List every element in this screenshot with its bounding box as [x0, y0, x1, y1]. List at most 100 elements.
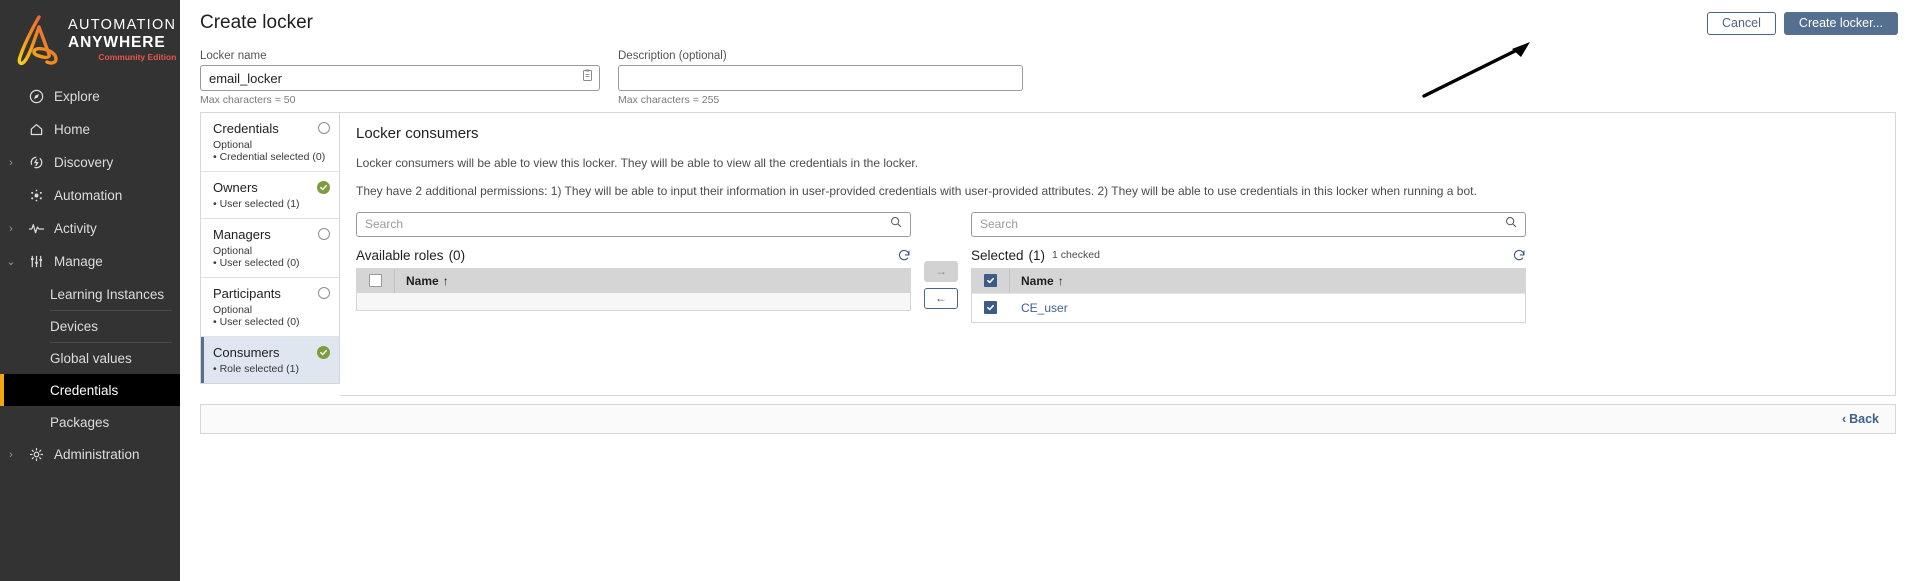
- sidebar: AUTOMATION ANYWHERE Community Edition Ex…: [0, 0, 180, 581]
- brand-edition: Community Edition: [98, 52, 177, 63]
- step-status-empty: [318, 287, 330, 299]
- sort-asc-icon: ↑: [442, 273, 449, 288]
- sidebar-label-home: Home: [54, 122, 91, 137]
- sidebar-item-devices[interactable]: Devices: [0, 310, 180, 342]
- step-status-check: [317, 181, 330, 194]
- step-managers[interactable]: Managers Optional • User selected (0): [201, 219, 339, 278]
- selected-count: (1): [1028, 247, 1046, 263]
- available-search-placeholder: Search: [365, 217, 404, 232]
- table-empty-row: [357, 292, 910, 310]
- chevron-right-icon[interactable]: ›: [0, 157, 22, 169]
- back-button[interactable]: ‹ Back: [1842, 412, 1879, 426]
- step-owners[interactable]: Owners • User selected (1): [201, 172, 339, 219]
- step-status-check: [317, 346, 330, 359]
- locker-name-input[interactable]: email_locker: [200, 65, 600, 91]
- column-header-name-label: Name: [1021, 273, 1054, 288]
- clipboard-icon[interactable]: [582, 69, 593, 87]
- sidebar-item-explore[interactable]: Explore: [0, 80, 180, 113]
- sidebar-nav: Explore Home › Discovery Automation › Ac…: [0, 80, 180, 471]
- main-content: Create locker Cancel Create locker... Lo…: [180, 0, 1916, 581]
- home-icon: [22, 122, 50, 137]
- sidebar-label-activity: Activity: [54, 221, 97, 236]
- panel-heading: Locker consumers: [356, 125, 479, 142]
- step-participants[interactable]: Participants Optional • User selected (0…: [201, 278, 339, 337]
- discovery-icon: [22, 155, 50, 170]
- sidebar-label-explore: Explore: [54, 89, 100, 104]
- sliders-icon: [22, 254, 50, 269]
- available-roles-column: Search Available roles (0) Name ↑: [356, 211, 911, 311]
- step-consumers[interactable]: Consumers • Role selected (1): [201, 337, 339, 383]
- sidebar-item-packages[interactable]: Packages: [0, 406, 180, 438]
- selected-search-placeholder: Search: [980, 217, 1019, 232]
- chevron-down-icon[interactable]: ⌄: [0, 255, 22, 268]
- step-selection: • User selected (0): [213, 316, 300, 328]
- sidebar-item-learning-instances[interactable]: Learning Instances: [0, 278, 180, 310]
- description-field: Description (optional) Max characters = …: [618, 50, 1023, 106]
- sidebar-label-administration: Administration: [54, 447, 140, 462]
- sidebar-item-discovery[interactable]: › Discovery: [0, 146, 180, 179]
- back-label: Back: [1849, 412, 1879, 426]
- sort-asc-icon: ↑: [1057, 273, 1064, 288]
- locker-name-value: email_locker: [209, 70, 282, 86]
- search-icon[interactable]: [890, 215, 902, 233]
- automation-anywhere-logo-icon: [17, 15, 58, 66]
- wizard-steps: Credentials Optional • Credential select…: [200, 112, 340, 384]
- locker-name-label: Locker name: [200, 50, 267, 62]
- selected-column: Search Selected (1) 1 checked Name ↑ CE_…: [971, 211, 1526, 323]
- step-optional: Optional: [213, 304, 253, 316]
- sidebar-item-home[interactable]: Home: [0, 113, 180, 146]
- available-roles-title: Available roles: [356, 247, 444, 263]
- sidebar-label-credentials: Credentials: [50, 382, 119, 398]
- column-header-name[interactable]: Name ↑: [395, 274, 449, 288]
- selected-header: Selected (1) 1 checked: [971, 237, 1526, 268]
- sidebar-item-administration[interactable]: › Administration: [0, 438, 180, 471]
- description-input[interactable]: [618, 65, 1023, 91]
- select-all-checkbox[interactable]: [984, 274, 997, 288]
- sidebar-item-manage[interactable]: ⌄ Manage: [0, 245, 180, 278]
- refresh-icon[interactable]: [1513, 249, 1526, 262]
- column-header-name-label: Name: [406, 273, 439, 288]
- step-title: Credentials: [213, 121, 279, 136]
- page-header: Create locker Cancel Create locker...: [180, 0, 1916, 46]
- select-all-checkbox[interactable]: [369, 274, 382, 288]
- step-credentials[interactable]: Credentials Optional • Credential select…: [201, 113, 339, 172]
- row-checkbox[interactable]: [984, 301, 997, 315]
- table-row[interactable]: CE_user: [972, 292, 1525, 322]
- step-optional: Optional: [213, 139, 253, 151]
- description-label: Description (optional): [618, 50, 727, 62]
- sidebar-label-automation: Automation: [54, 188, 123, 203]
- create-locker-button[interactable]: Create locker...: [1783, 11, 1898, 35]
- move-left-button[interactable]: ←: [924, 287, 958, 309]
- sidebar-label-learning-instances: Learning Instances: [50, 286, 165, 302]
- search-icon[interactable]: [1505, 215, 1517, 233]
- panel-paragraph-2: They have 2 additional permissions: 1) T…: [356, 184, 1477, 199]
- brand-line-2: ANYWHERE: [68, 33, 166, 51]
- available-search-input[interactable]: Search: [356, 211, 911, 237]
- dual-list-transfer: Search Available roles (0) Name ↑ → ← Se…: [356, 211, 1879, 323]
- sidebar-item-automation[interactable]: Automation: [0, 179, 180, 212]
- table-header-row: Name ↑: [357, 268, 910, 293]
- chevron-right-icon[interactable]: ›: [0, 449, 22, 461]
- transfer-controls: → ←: [911, 212, 971, 309]
- table-header-row: Name ↑: [972, 268, 1525, 293]
- row-name[interactable]: CE_user: [997, 301, 1068, 315]
- step-optional: Optional: [213, 245, 253, 257]
- sidebar-item-credentials[interactable]: Credentials: [0, 374, 180, 406]
- compass-icon: [22, 89, 50, 104]
- refresh-icon[interactable]: [898, 249, 911, 262]
- cancel-button[interactable]: Cancel: [1707, 11, 1776, 35]
- sidebar-item-global-values[interactable]: Global values: [0, 342, 180, 374]
- chevron-right-icon[interactable]: ›: [0, 223, 22, 235]
- sidebar-label-global-values: Global values: [50, 350, 132, 366]
- activity-icon: [22, 221, 50, 236]
- move-right-button[interactable]: →: [924, 260, 958, 282]
- wizard-area: Credentials Optional • Credential select…: [180, 106, 1916, 396]
- step-title: Managers: [213, 227, 271, 242]
- page-title: Create locker: [200, 12, 313, 33]
- brand-logo[interactable]: AUTOMATION ANYWHERE Community Edition: [0, 0, 180, 80]
- locker-form: Locker name email_locker Max characters …: [180, 46, 1916, 106]
- sidebar-item-activity[interactable]: › Activity: [0, 212, 180, 245]
- column-header-name[interactable]: Name ↑: [1010, 274, 1064, 288]
- step-selection: • User selected (0): [213, 257, 300, 269]
- selected-search-input[interactable]: Search: [971, 211, 1526, 237]
